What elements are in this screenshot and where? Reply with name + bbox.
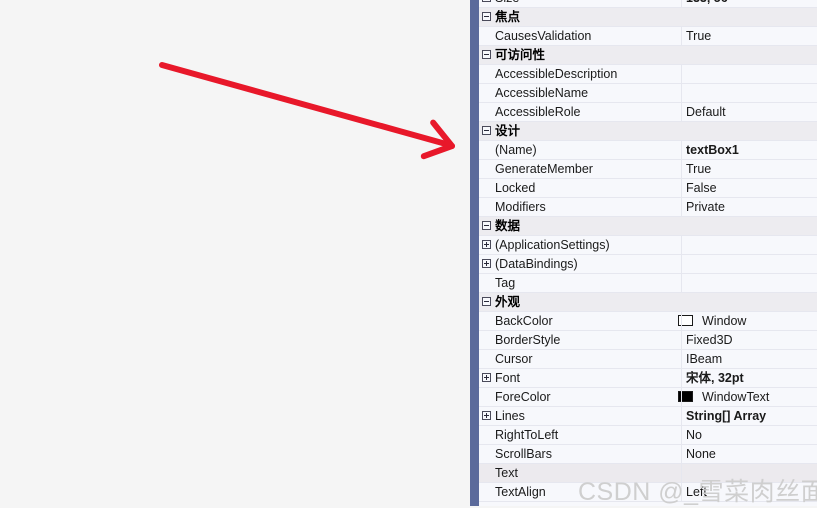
property-row[interactable]: Lines String[] Array	[470, 407, 817, 426]
property-grid-gutter	[470, 0, 479, 506]
property-value-text: textBox1	[686, 143, 739, 157]
property-row[interactable]: Cursor IBeam	[470, 350, 817, 369]
property-value-text: IBeam	[686, 352, 723, 366]
property-row[interactable]: CausesValidation True	[470, 27, 817, 46]
property-name: (DataBindings)	[495, 257, 578, 271]
property-value[interactable]: 133, 56	[686, 0, 816, 6]
property-name: ForeColor	[495, 390, 551, 404]
property-row[interactable]: BackColor Window	[470, 312, 817, 331]
property-value-text: 133, 56	[686, 0, 728, 5]
property-value[interactable]: False	[686, 181, 816, 196]
property-row[interactable]: (ApplicationSettings)	[470, 236, 817, 255]
property-value[interactable]: Default	[686, 105, 816, 120]
property-name: Locked	[495, 181, 536, 195]
property-category-row[interactable]: 数据	[470, 217, 817, 236]
property-category-row[interactable]: 可访问性	[470, 46, 817, 65]
property-row[interactable]: AccessibleDescription	[470, 65, 817, 84]
property-name: Tag	[495, 276, 516, 290]
property-name: Size	[495, 0, 677, 6]
property-row[interactable]: ScrollBars None	[470, 445, 817, 464]
property-value[interactable]: Fixed3D	[686, 333, 816, 348]
property-category-row[interactable]: 焦点	[470, 8, 817, 27]
property-name: AccessibleName	[495, 86, 589, 100]
property-row[interactable]: (DataBindings)	[470, 255, 817, 274]
property-value-text: True	[686, 162, 712, 176]
property-name: BorderStyle	[495, 333, 561, 347]
property-name: Modifiers	[495, 200, 546, 214]
collapse-minus-icon[interactable]	[482, 50, 491, 59]
property-name: 可访问性	[495, 48, 546, 62]
property-row[interactable]: BorderStyle Fixed3D	[470, 331, 817, 350]
property-name: Lines	[495, 409, 525, 423]
collapse-minus-icon[interactable]	[482, 126, 491, 135]
property-name: BackColor	[495, 314, 553, 328]
property-name: Font	[495, 371, 521, 385]
property-row[interactable]: (Name) textBox1	[470, 141, 817, 160]
expand-plus-icon[interactable]	[482, 0, 491, 2]
property-value-text: Default	[686, 105, 726, 119]
collapse-minus-icon[interactable]	[482, 12, 491, 21]
property-row[interactable]: Font 宋体, 32pt	[470, 369, 817, 388]
property-row[interactable]: ForeColor WindowText	[470, 388, 817, 407]
property-row[interactable]: AccessibleRole Default	[470, 103, 817, 122]
property-row[interactable]: Tag	[470, 274, 817, 293]
property-value[interactable]: True	[686, 29, 816, 44]
expand-plus-icon[interactable]	[482, 240, 491, 249]
property-value-text: None	[686, 447, 716, 461]
color-swatch-icon	[678, 391, 693, 402]
property-row[interactable]: Locked False	[470, 179, 817, 198]
property-value[interactable]: Window	[678, 314, 808, 329]
property-name: CausesValidation	[495, 29, 592, 43]
csdn-watermark: CSDN @_雪菜肉丝面_	[578, 478, 817, 506]
property-row[interactable]: RightToLeft No	[470, 426, 817, 445]
property-value-text: Fixed3D	[686, 333, 733, 347]
property-value-text: 宋体, 32pt	[686, 371, 744, 385]
screenshot-canvas: Size 133, 56 焦点 CausesValidation True 可访问性 Acc…	[0, 0, 817, 506]
property-value-text: Window	[702, 314, 747, 328]
property-grid-rows: Size 133, 56 焦点 CausesValidation True 可访问性 Acc…	[470, 0, 817, 502]
property-name: GenerateMember	[495, 162, 593, 176]
property-value[interactable]: True	[686, 162, 816, 177]
property-value[interactable]: String[] Array	[686, 409, 816, 424]
property-value-text: WindowText	[702, 390, 770, 404]
property-category-row[interactable]: 外观	[470, 293, 817, 312]
property-value[interactable]: None	[686, 447, 816, 462]
property-name: AccessibleRole	[495, 105, 581, 119]
property-value[interactable]: No	[686, 428, 816, 443]
property-name: AccessibleDescription	[495, 67, 618, 81]
collapse-minus-icon[interactable]	[482, 297, 491, 306]
expand-plus-icon[interactable]	[482, 259, 491, 268]
property-value[interactable]: Private	[686, 200, 816, 215]
collapse-minus-icon[interactable]	[482, 221, 491, 230]
color-swatch-icon	[678, 315, 693, 326]
property-row[interactable]: Modifiers Private	[470, 198, 817, 217]
expand-plus-icon[interactable]	[482, 373, 491, 382]
property-row[interactable]: GenerateMember True	[470, 160, 817, 179]
property-value-text: Private	[686, 200, 725, 214]
property-name: (ApplicationSettings)	[495, 238, 610, 252]
property-category-row[interactable]: 设计	[470, 122, 817, 141]
property-value-text: String[] Array	[686, 409, 767, 423]
property-grid-panel[interactable]: Size 133, 56 焦点 CausesValidation True 可访问性 Acc…	[470, 0, 817, 506]
property-value-text: No	[686, 428, 702, 442]
property-row[interactable]: Size 133, 56	[470, 0, 817, 8]
property-name: 数据	[495, 219, 521, 233]
property-value[interactable]: IBeam	[686, 352, 816, 367]
property-value-text: False	[686, 181, 717, 195]
property-value[interactable]: textBox1	[686, 143, 816, 158]
property-name: Cursor	[495, 352, 533, 366]
property-value[interactable]: 宋体, 32pt	[686, 371, 816, 386]
property-name: 外观	[495, 295, 521, 309]
property-name: (Name)	[495, 143, 537, 157]
expand-plus-icon[interactable]	[482, 411, 491, 420]
property-value[interactable]: WindowText	[678, 390, 808, 405]
property-name: 焦点	[495, 10, 521, 24]
property-row[interactable]: AccessibleName	[470, 84, 817, 103]
property-value-text: True	[686, 29, 712, 43]
property-name: 设计	[495, 124, 521, 138]
property-name: ScrollBars	[495, 447, 552, 461]
property-name: RightToLeft	[495, 428, 559, 442]
